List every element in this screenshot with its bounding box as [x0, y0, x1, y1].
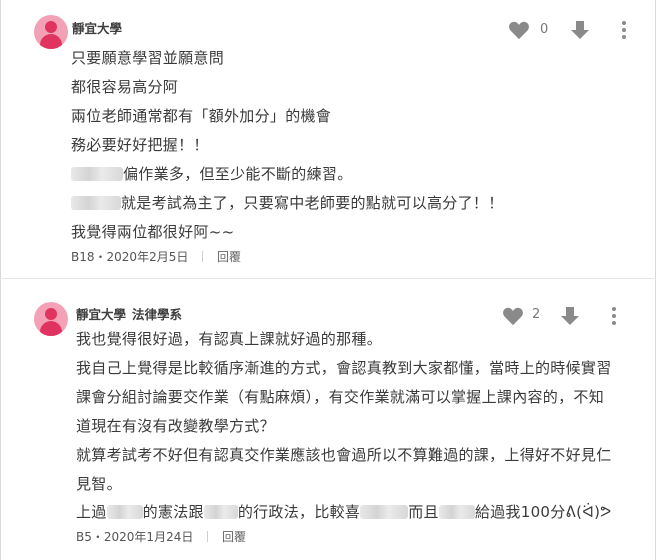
comment-text-line: 我覺得兩位都很好阿~~	[71, 223, 235, 241]
reply-button[interactable]: 回覆	[222, 530, 246, 544]
comment-date: 2020年2月5日	[106, 250, 189, 264]
reply-button[interactable]: 回覆	[217, 250, 241, 264]
comment-meta: B18・2020年2月5日 回覆	[71, 250, 242, 264]
school-name: 靜宜大學	[72, 21, 123, 36]
comment-actions: 2	[500, 304, 646, 328]
redacted-name	[438, 505, 475, 519]
heart-icon[interactable]	[502, 306, 524, 326]
comment-text-line: 偏作業多，但至少能不斷的練習。	[71, 163, 353, 184]
comment-text-line: 我自己上覺得是比較循序漸進的方式，會認真教到大家都懂，當時上的時候實習	[76, 359, 612, 377]
school-name: 靜宜大學	[76, 307, 127, 322]
floor-number: B5	[76, 530, 92, 544]
redacted-name	[106, 505, 143, 519]
redacted-name	[71, 167, 123, 181]
comment-text-line: 只要願意學習並願意問	[71, 49, 225, 67]
comment-text-line: 道現在有沒有改變教學方式？	[76, 417, 275, 435]
down-arrow-icon[interactable]	[560, 306, 580, 326]
comment-text-line: 上過 的憲法跟 的行政法，比較喜 而且 給過我100分ᕕ(ᐛ)ᕗ	[76, 503, 612, 521]
like-count: 0	[540, 22, 549, 37]
floor-number: B18	[71, 250, 95, 264]
comment-text-line: 就是考試為主了，只要寫中老師要的點就可以高分了！！	[71, 192, 504, 213]
comment-actions: 0	[506, 18, 646, 42]
heart-icon[interactable]	[508, 20, 530, 40]
avatar[interactable]	[34, 302, 68, 336]
like-count: 2	[532, 307, 541, 322]
comment-divider	[0, 278, 656, 279]
redacted-name	[71, 196, 121, 210]
comment-text-line: 我也覺得很好過，有認真上課就好過的那種。	[76, 330, 383, 348]
comment-text-line: 課會分組討論要交作業（有點麻煩），有交作業就滿可以掌握上課內容的，不知	[76, 388, 605, 406]
redacted-name	[360, 505, 409, 519]
comment-text-line: 務必要好好把握！！	[71, 136, 209, 154]
more-vertical-icon[interactable]	[620, 20, 628, 40]
author-name[interactable]: 靜宜大學	[72, 18, 122, 37]
avatar[interactable]	[34, 15, 68, 49]
comment-text-line: 見智。	[76, 475, 122, 493]
comment-meta: B5・2020年1月24日 回覆	[76, 530, 247, 544]
more-vertical-icon[interactable]	[610, 306, 618, 326]
comment-text-line: 兩位老師通常都有「額外加分」的機會	[71, 107, 332, 125]
comment-text-line: 都很容易高分阿	[71, 78, 179, 96]
comment-b5: 靜宜大學 法律學系 2 我也覺得很好過，有認真上課就好過的那種。 我自己上覺得是比…	[0, 284, 656, 560]
redacted-name	[203, 505, 238, 519]
comment-date: 2020年1月24日	[103, 530, 194, 544]
comment-text-line: 就算考試考不好但有認真交作業應該也會過所以不算難過的課，上得好不好見仁	[76, 446, 612, 464]
author-name[interactable]: 靜宜大學 法律學系	[76, 304, 182, 323]
comment-b18: 靜宜大學 0 只要願意學習並願意問 都很容易高分阿 兩位老師通常都有「額外加分」…	[0, 0, 656, 272]
down-arrow-icon[interactable]	[570, 20, 590, 40]
department-name: 法律學系	[132, 307, 183, 322]
